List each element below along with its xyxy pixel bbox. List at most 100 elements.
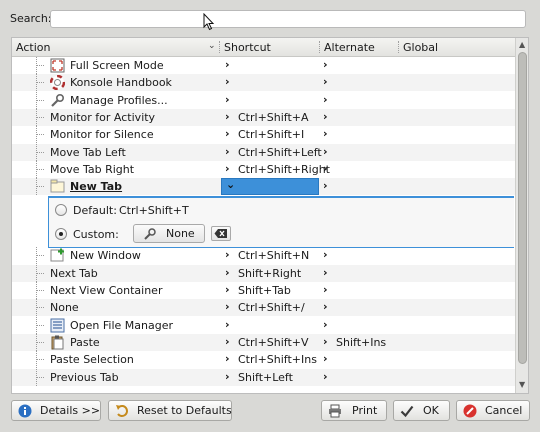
- tree-branch-line: [36, 91, 45, 109]
- shortcut-expand-chevron-icon[interactable]: ›: [225, 283, 230, 296]
- table-row[interactable]: Full Screen Mode › ›: [12, 57, 515, 74]
- alternate-expand-chevron-icon[interactable]: ›: [323, 127, 328, 140]
- table-row[interactable]: Move Tab Right › Ctrl+Shift+Right ›: [12, 160, 515, 178]
- wrench-icon: [51, 93, 65, 107]
- custom-radio[interactable]: [55, 228, 67, 240]
- tree-branch-line: [36, 299, 45, 317]
- action-name: New Tab: [70, 180, 123, 194]
- shortcut-expand-chevron-icon[interactable]: ›: [225, 300, 230, 313]
- action-name: Full Screen Mode: [70, 59, 164, 72]
- table-row[interactable]: Move Tab Left › Ctrl+Shift+Left ›: [12, 143, 515, 161]
- column-alternate[interactable]: Alternate: [324, 41, 375, 54]
- shortcut-value: Ctrl+Shift+N: [238, 249, 310, 263]
- tree-branch-line: [36, 57, 45, 74]
- shortcut-expand-chevron-icon[interactable]: ›: [225, 352, 230, 365]
- alternate-expand-chevron-icon[interactable]: ›: [323, 283, 328, 296]
- reset-to-defaults-button[interactable]: Reset to Defaults: [108, 400, 232, 421]
- ok-button[interactable]: OK: [393, 400, 450, 421]
- scrollbar-thumb[interactable]: [518, 52, 527, 364]
- info-icon: [18, 404, 32, 418]
- shortcut-expand-chevron-icon[interactable]: ›: [225, 75, 230, 88]
- alternate-shortcut-value: Shift+Ins: [336, 335, 387, 349]
- alternate-expand-chevron-icon[interactable]: ›: [323, 58, 328, 71]
- table-row[interactable]: Konsole Handbook › ›: [12, 74, 515, 92]
- clear-shortcut-button[interactable]: [211, 226, 231, 241]
- table-row[interactable]: None › Ctrl+Shift+/ ›: [12, 299, 515, 317]
- cancel-button[interactable]: Cancel: [456, 400, 530, 421]
- table-row[interactable]: Paste › Ctrl+Shift+V › Shift+Ins: [12, 333, 515, 351]
- tree-branch-line: [36, 282, 45, 299]
- table-row[interactable]: Monitor for Silence › Ctrl+Shift+I ›: [12, 126, 515, 144]
- column-header: Action ⌄ Shortcut Alternate Global: [12, 38, 515, 57]
- print-button[interactable]: Print: [321, 400, 387, 421]
- shortcut-value: Ctrl+Shift+/: [238, 301, 305, 315]
- action-name: Move Tab Left: [50, 145, 126, 159]
- action-name: Next Tab: [50, 266, 98, 280]
- table-row[interactable]: Previous Tab › Shift+Left ›: [12, 368, 515, 386]
- alternate-expand-chevron-icon[interactable]: ›: [323, 248, 328, 261]
- column-action[interactable]: Action: [16, 41, 50, 54]
- shortcut-expand-chevron-icon[interactable]: ›: [225, 145, 230, 158]
- print-label: Print: [352, 404, 378, 417]
- column-divider: [319, 41, 321, 53]
- expand-chevron-down-icon[interactable]: ⌄: [226, 178, 235, 191]
- shortcut-value: Ctrl+Shift+I: [238, 128, 305, 142]
- action-name: New Window: [70, 249, 141, 263]
- table-row[interactable]: Monitor for Activity › Ctrl+Shift+A ›: [12, 108, 515, 126]
- column-shortcut[interactable]: Shortcut: [224, 41, 271, 54]
- help-lifebuoy-icon: [50, 75, 65, 91]
- tree-branch-line: [36, 316, 45, 334]
- table-row[interactable]: Next View Container › Shift+Tab ›: [12, 282, 515, 299]
- table-row[interactable]: Manage Profiles... › ›: [12, 91, 515, 109]
- scroll-down-icon[interactable]: ▼: [519, 380, 525, 389]
- table-row[interactable]: Paste Selection › Ctrl+Shift+Ins ›: [12, 351, 515, 369]
- table-row[interactable]: New Window › Ctrl+Shift+N ›: [12, 247, 515, 265]
- table-row-selected[interactable]: New Tab ⌄ ›: [12, 178, 515, 196]
- alternate-expand-chevron-icon[interactable]: ›: [323, 300, 328, 313]
- tree-branch-line: [36, 160, 45, 178]
- shortcut-expand-chevron-icon[interactable]: ›: [225, 335, 230, 348]
- custom-shortcut-button[interactable]: None: [133, 224, 205, 243]
- action-name: Move Tab Right: [50, 162, 135, 176]
- alternate-expand-chevron-icon[interactable]: ›: [323, 93, 328, 106]
- alternate-expand-chevron-icon[interactable]: ›: [323, 352, 328, 365]
- shortcut-expand-chevron-icon[interactable]: ›: [225, 93, 230, 106]
- alternate-expand-chevron-icon[interactable]: ›: [323, 179, 328, 192]
- alternate-expand-chevron-icon[interactable]: ›: [323, 162, 328, 175]
- table-row[interactable]: Open File Manager › ›: [12, 316, 515, 334]
- column-global[interactable]: Global: [403, 41, 438, 54]
- alternate-expand-chevron-icon[interactable]: ›: [323, 335, 328, 348]
- alternate-expand-chevron-icon[interactable]: ›: [323, 370, 328, 383]
- alternate-expand-chevron-icon[interactable]: ›: [323, 266, 328, 279]
- shortcut-expand-chevron-icon[interactable]: ›: [225, 58, 230, 71]
- undo-icon: [116, 405, 128, 417]
- shortcut-expand-chevron-icon[interactable]: ›: [225, 370, 230, 383]
- shortcut-expand-chevron-icon[interactable]: ›: [225, 266, 230, 279]
- shortcut-expand-chevron-icon[interactable]: ›: [225, 318, 230, 331]
- alternate-expand-chevron-icon[interactable]: ›: [323, 110, 328, 123]
- tree-branch-line: [36, 247, 45, 265]
- vertical-scrollbar[interactable]: ▲ ▼: [515, 38, 528, 393]
- custom-label: Custom:: [73, 228, 119, 241]
- shortcuts-tree[interactable]: Action ⌄ Shortcut Alternate Global Full …: [11, 37, 529, 394]
- default-radio[interactable]: [55, 204, 67, 216]
- tree-branch-line: [36, 143, 45, 161]
- alternate-expand-chevron-icon[interactable]: ›: [323, 318, 328, 331]
- shortcut-expand-chevron-icon[interactable]: ›: [225, 110, 230, 123]
- scroll-up-icon[interactable]: ▲: [519, 40, 525, 49]
- alternate-expand-chevron-icon[interactable]: ›: [323, 75, 328, 88]
- shortcut-value: Ctrl+Shift+V: [238, 335, 309, 349]
- printer-icon: [329, 404, 341, 418]
- alternate-expand-chevron-icon[interactable]: ›: [323, 145, 328, 158]
- shortcut-expand-chevron-icon[interactable]: ›: [225, 127, 230, 140]
- shortcut-expand-chevron-icon[interactable]: ›: [225, 248, 230, 261]
- search-input[interactable]: [50, 10, 526, 28]
- action-name: None: [50, 301, 79, 315]
- cancel-label: Cancel: [485, 404, 523, 417]
- shortcut-value: Ctrl+Shift+A: [238, 110, 309, 124]
- details-button[interactable]: Details >>: [11, 400, 101, 421]
- shortcut-expand-chevron-icon[interactable]: ›: [225, 162, 230, 175]
- tree-branch-line: [36, 178, 45, 196]
- selected-shortcut-cell[interactable]: ⌄: [221, 178, 319, 196]
- table-row[interactable]: Next Tab › Shift+Right ›: [12, 264, 515, 282]
